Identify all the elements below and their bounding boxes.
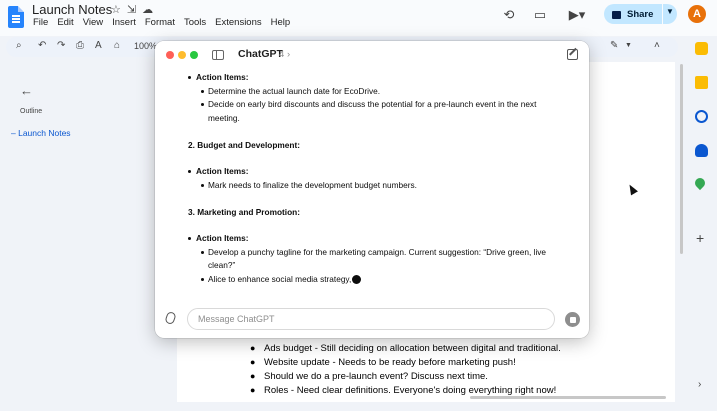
paperclip-icon[interactable] xyxy=(164,310,177,326)
keep-icon[interactable] xyxy=(695,76,708,89)
show-side-panel-icon[interactable]: › xyxy=(698,379,701,390)
tasks-icon[interactable] xyxy=(695,110,708,123)
collapse-menus-icon[interactable]: ˄ xyxy=(654,40,660,51)
print-icon[interactable]: ⎙ xyxy=(76,40,84,51)
chatgpt-titlebar: ChatGPT 4 › xyxy=(155,41,589,69)
list-item: Decide on early bird discounts and discu… xyxy=(208,99,537,109)
chatgpt-window: ChatGPT 4 › Action Items: Determine the … xyxy=(155,41,589,338)
document-title[interactable]: Launch Notes xyxy=(32,2,112,17)
contacts-icon[interactable] xyxy=(695,144,708,157)
editing-mode-icon[interactable]: ✎ xyxy=(610,40,618,51)
bullet-icon xyxy=(201,278,204,281)
list-item[interactable]: ● Should we do a pre-launch event? Discus… xyxy=(250,369,670,383)
maps-icon[interactable] xyxy=(692,175,708,191)
avatar[interactable]: A xyxy=(688,5,706,23)
meet-icon[interactable]: ▶▾ xyxy=(565,6,589,24)
list-item[interactable]: ● Website update - Needs to be ready befo… xyxy=(250,355,670,369)
action-items-label: Action Items: xyxy=(196,233,249,243)
chevron-right-icon: › xyxy=(286,49,291,60)
docs-header: Launch Notes ☆ ⇲ ☁ File Edit View Insert… xyxy=(0,0,717,36)
document-bullet-list: ● Ads budget - Still deciding on allocati… xyxy=(250,341,670,397)
docs-logo-icon[interactable] xyxy=(8,6,24,28)
list-item: Alice to enhance social media strategy, xyxy=(208,274,362,284)
search-icon[interactable]: ⌕ xyxy=(16,40,22,51)
app-title[interactable]: ChatGPT xyxy=(238,48,283,60)
star-icon[interactable]: ☆ xyxy=(111,3,121,16)
menu-bar: File Edit View Insert Format Tools Exten… xyxy=(33,17,290,28)
bullet-icon xyxy=(201,90,204,93)
new-chat-icon[interactable] xyxy=(567,49,578,60)
lock-icon xyxy=(612,11,621,19)
chevron-down-icon[interactable]: ▼ xyxy=(666,7,674,16)
menu-view[interactable]: View xyxy=(83,17,103,28)
zoom-window-button[interactable] xyxy=(190,51,198,59)
model-selector[interactable]: 4 › xyxy=(279,49,290,60)
share-button[interactable]: Share ▼ xyxy=(604,4,677,24)
spellcheck-icon[interactable]: A xyxy=(95,40,102,51)
menu-help[interactable]: Help xyxy=(271,17,291,28)
undo-icon[interactable]: ↶ xyxy=(38,40,46,51)
bullet-icon xyxy=(188,237,191,240)
bullet-icon xyxy=(201,251,204,254)
horizontal-scrollbar[interactable] xyxy=(470,396,666,399)
zoom-select[interactable]: 100% xyxy=(134,41,157,51)
list-item[interactable]: ● Ads budget - Still deciding on allocati… xyxy=(250,341,670,355)
menu-insert[interactable]: Insert xyxy=(112,17,136,28)
redo-icon[interactable]: ↷ xyxy=(57,40,65,51)
list-item: Determine the actual launch date for Eco… xyxy=(208,86,381,96)
sidebar-toggle-icon[interactable] xyxy=(212,50,224,60)
bullet-icon xyxy=(201,184,204,187)
bullet-icon xyxy=(188,76,191,79)
calendar-icon[interactable] xyxy=(695,42,708,55)
minimize-window-button[interactable] xyxy=(178,51,186,59)
menu-tools[interactable]: Tools xyxy=(184,17,206,28)
message-composer xyxy=(155,299,589,338)
menu-file[interactable]: File xyxy=(33,17,48,28)
action-items-label: Action Items: xyxy=(196,72,249,82)
section-heading: 3. Marketing and Promotion: xyxy=(188,207,301,217)
list-item: Mark needs to finalize the development b… xyxy=(208,180,417,190)
stop-generating-button[interactable] xyxy=(565,312,580,327)
bullet-icon xyxy=(201,103,204,106)
list-item-continuation: meeting. xyxy=(208,113,240,123)
comments-icon[interactable]: ▭ xyxy=(531,6,549,24)
menu-format[interactable]: Format xyxy=(145,17,175,28)
menu-edit[interactable]: Edit xyxy=(57,17,73,28)
list-item[interactable]: ● Roles - Need clear definitions. Everyon… xyxy=(250,383,670,397)
bullet-icon xyxy=(188,170,191,173)
outline-item[interactable]: – Launch Notes xyxy=(11,128,71,138)
version-history-icon[interactable]: ⟲ xyxy=(500,6,518,24)
side-panel-rail: + › xyxy=(687,36,717,411)
streaming-indicator-icon xyxy=(352,275,362,284)
move-folder-icon[interactable]: ⇲ xyxy=(127,3,136,16)
menu-extensions[interactable]: Extensions xyxy=(215,17,261,28)
section-heading: 2. Budget and Development: xyxy=(188,140,301,150)
chevron-down-icon[interactable]: ▼ xyxy=(625,42,632,49)
outline-heading: Outline xyxy=(20,108,43,115)
action-items-label: Action Items: xyxy=(196,166,249,176)
list-item: Develop a punchy tagline for the marketi… xyxy=(208,247,547,257)
vertical-scrollbar[interactable] xyxy=(680,64,683,254)
list-item-continuation: clean?” xyxy=(208,260,236,270)
add-addon-icon[interactable]: + xyxy=(696,230,704,246)
paint-format-icon[interactable]: ⌂ xyxy=(114,40,120,51)
message-input[interactable] xyxy=(187,308,555,330)
cloud-saved-icon[interactable]: ☁ xyxy=(142,3,153,16)
assistant-response: Action Items: Determine the actual launc… xyxy=(155,69,589,293)
back-arrow-icon[interactable]: ← xyxy=(20,83,33,98)
close-window-button[interactable] xyxy=(166,51,174,59)
